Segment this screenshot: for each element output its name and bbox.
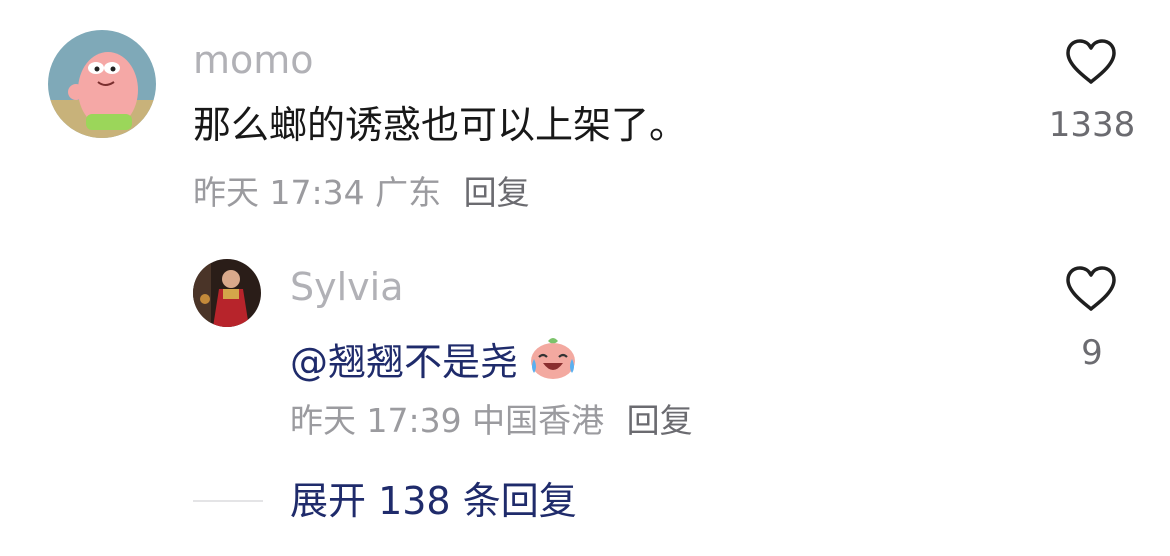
like-button[interactable] bbox=[1064, 38, 1118, 86]
like-count: 9 bbox=[1081, 333, 1103, 373]
reply-location: 中国香港 bbox=[472, 401, 605, 440]
laughing-crying-emoji-icon bbox=[528, 333, 578, 389]
avatar[interactable] bbox=[193, 259, 261, 327]
divider bbox=[193, 500, 263, 502]
expand-replies-button[interactable]: 展开 138 条回复 bbox=[290, 482, 577, 520]
like-count: 1338 bbox=[1048, 105, 1136, 145]
comment-location: 广东 bbox=[375, 173, 442, 212]
avatar[interactable] bbox=[48, 30, 156, 138]
reply-username[interactable]: Sylvia bbox=[290, 268, 404, 306]
comment-username[interactable]: momo bbox=[193, 41, 314, 79]
avatar-image bbox=[48, 30, 156, 138]
avatar-image bbox=[193, 259, 261, 327]
comment-time: 昨天 17:34 bbox=[193, 173, 365, 212]
comment-meta: 昨天 17:34 广东 回复 bbox=[193, 176, 530, 209]
reply-button[interactable]: 回复 bbox=[627, 401, 693, 440]
comment-text: 那么螂的诱惑也可以上架了。 bbox=[193, 103, 688, 147]
reply-meta: 昨天 17:39 中国香港 回复 bbox=[290, 404, 693, 437]
reply-time: 昨天 17:39 bbox=[290, 401, 462, 440]
heart-icon bbox=[1066, 39, 1116, 84]
reply-mention[interactable]: @翘翘不是尧 bbox=[290, 340, 518, 384]
heart-icon bbox=[1066, 266, 1116, 311]
reply-button[interactable]: 回复 bbox=[464, 173, 530, 212]
reply-text: @翘翘不是尧 bbox=[290, 333, 578, 389]
like-button[interactable] bbox=[1064, 265, 1118, 313]
